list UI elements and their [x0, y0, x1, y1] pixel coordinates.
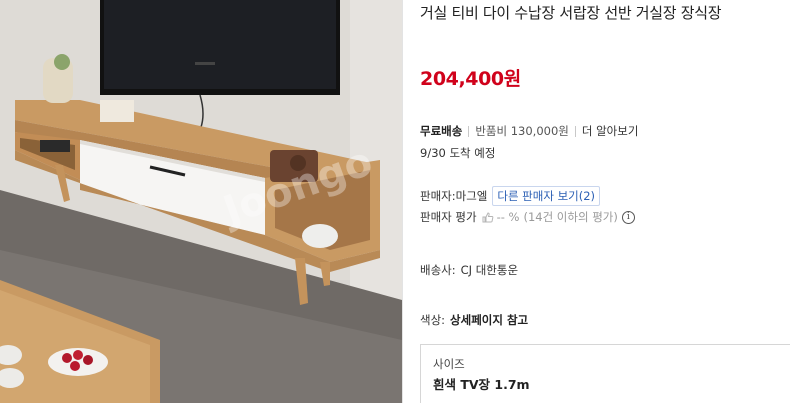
- color-value: 상세페이지 참고: [450, 313, 529, 327]
- product-image[interactable]: Joongo: [0, 0, 402, 403]
- seller-name: 판매자:마그엘: [420, 189, 488, 203]
- free-shipping-label: 무료배송: [420, 124, 463, 138]
- seller-rating-note: (14건 이하의 평가): [523, 210, 618, 224]
- product-title: 거실 티비 다이 수납장 서랍장 선반 거실장 장식장: [420, 4, 722, 22]
- divider: [402, 0, 403, 403]
- color-label: 색상:: [420, 313, 446, 327]
- delivery-row: 배송사: CJ 대한통운: [420, 262, 518, 278]
- seller-row: 판매자:마그엘 다른 판매자 보기(2): [420, 186, 601, 206]
- seller-rating-label: 판매자 평가: [420, 210, 477, 224]
- option-value: 흰색 TV장 1.7m: [433, 377, 530, 392]
- delivery-label: 배송사:: [420, 263, 456, 277]
- divider: [468, 125, 470, 137]
- divider: [574, 125, 576, 137]
- arrival-row: 9/30 도착 예정: [420, 145, 495, 161]
- more-info-link[interactable]: 더 알아보기: [582, 123, 639, 139]
- thumbs-up-icon: [482, 211, 494, 223]
- option-label: 사이즈: [433, 357, 465, 371]
- other-sellers-button[interactable]: 다른 판매자 보기(2): [492, 186, 601, 206]
- product-price: 204,400원: [420, 68, 521, 90]
- return-fee: 반품비 130,000원: [475, 124, 569, 138]
- seller-rating-value: -- %: [496, 210, 520, 224]
- seller-rating-row: 판매자 평가 -- % (14건 이하의 평가) i: [420, 209, 635, 225]
- shipping-row: 무료배송 반품비 130,000원 더 알아보기: [420, 123, 638, 139]
- size-option-selector[interactable]: 사이즈 흰색 TV장 1.7m: [420, 344, 790, 403]
- delivery-carrier: CJ 대한통운: [460, 263, 519, 277]
- arrival-date: 9/30 도착 예정: [420, 146, 496, 160]
- color-row: 색상: 상세페이지 참고: [420, 312, 528, 328]
- info-circle-icon[interactable]: i: [621, 210, 635, 224]
- product-info-panel: 거실 티비 다이 수납장 서랍장 선반 거실장 장식장 204,400원 무료배…: [420, 0, 790, 403]
